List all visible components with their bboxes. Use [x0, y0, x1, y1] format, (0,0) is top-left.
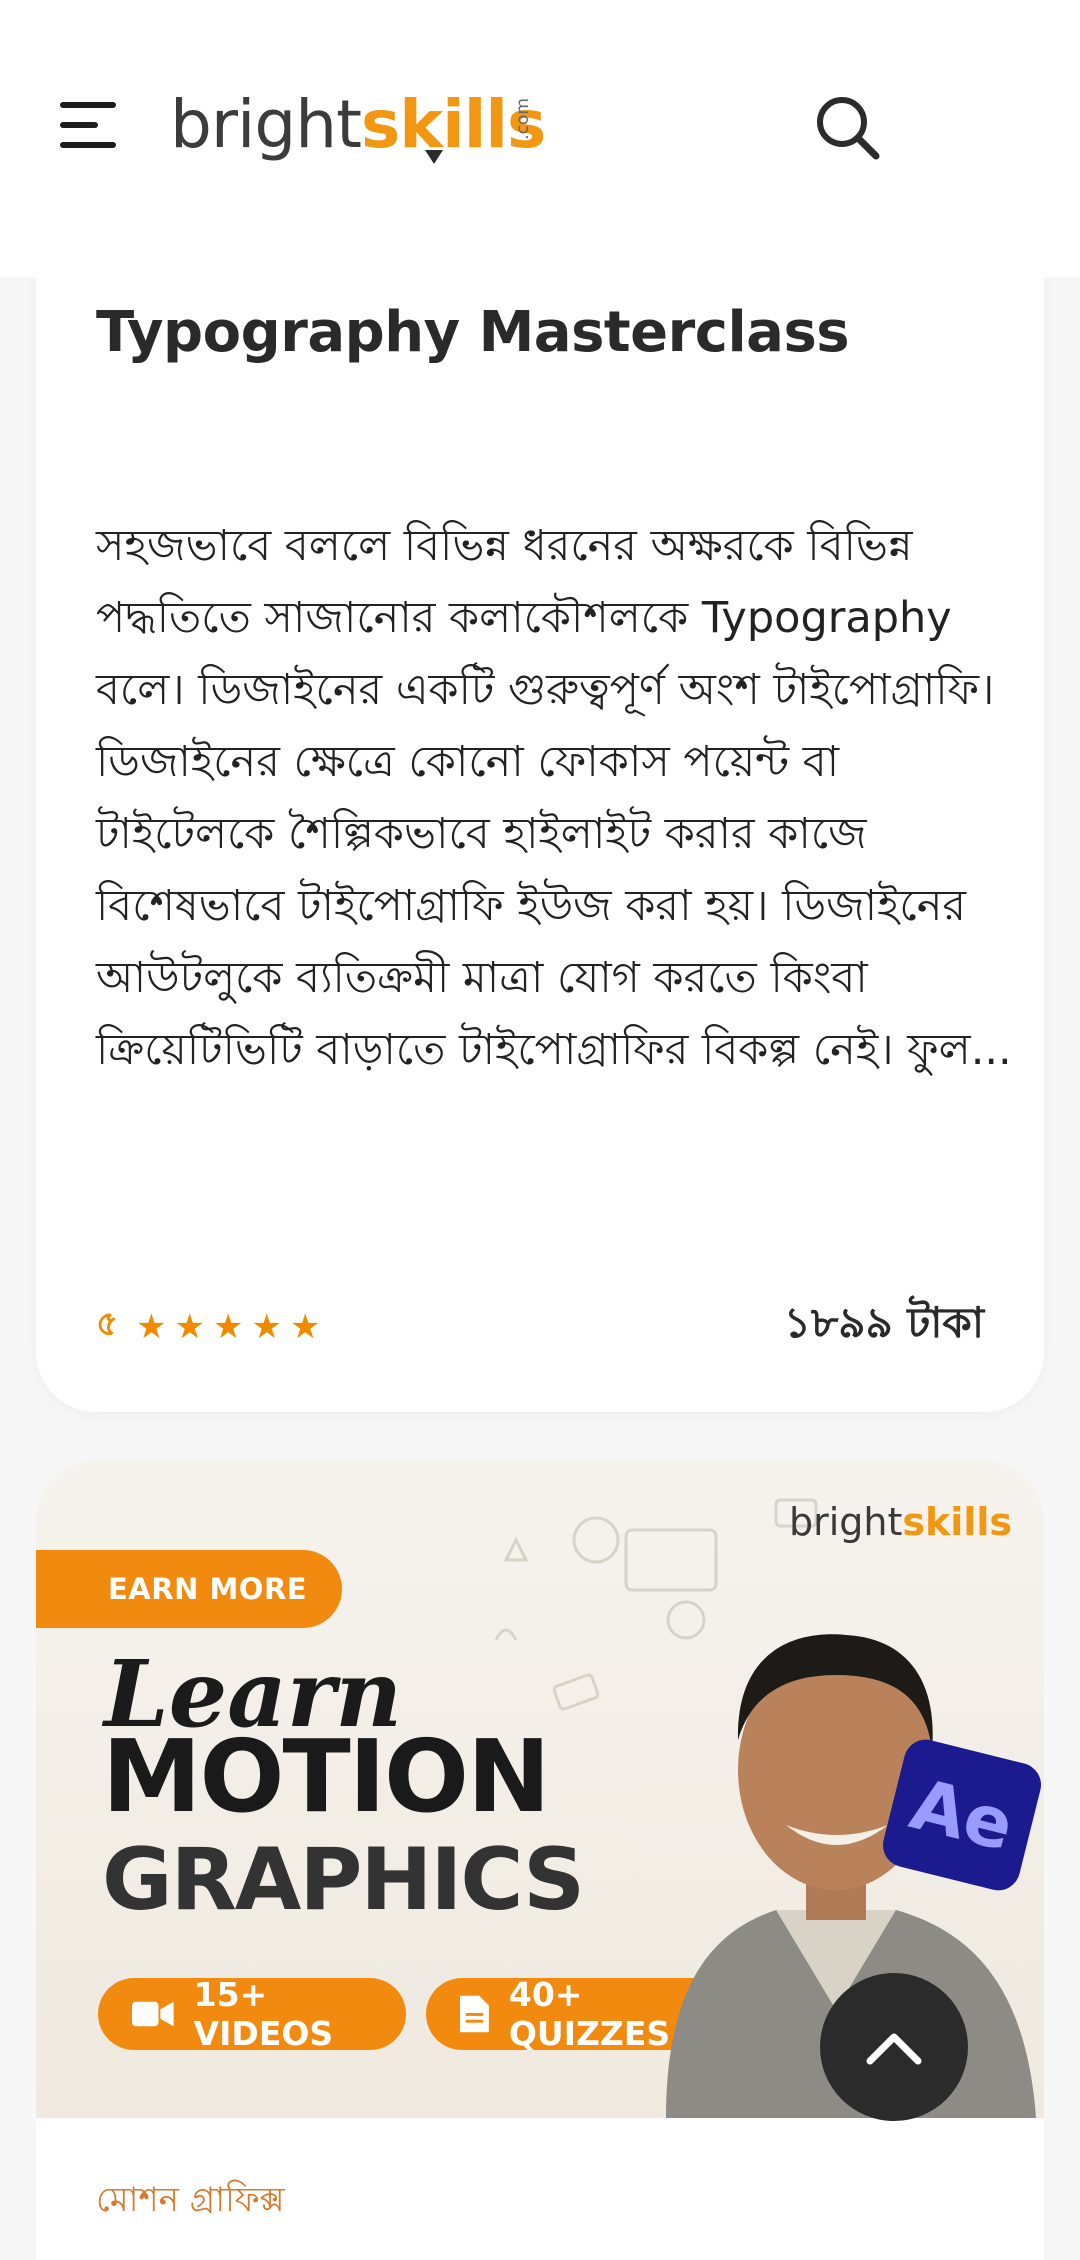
star-icon: ★: [174, 1306, 206, 1347]
earn-more-tag: EARN MORE: [36, 1550, 342, 1628]
star-icon: ★: [251, 1306, 282, 1347]
videos-count: 15+ VIDEOS: [193, 1975, 334, 2053]
course-card-motion-graphics[interactable]: brightskills EARN MORE Learn MOTION GRAP…: [36, 1460, 1044, 2260]
course-price: ১৮৯৯ টাকা: [783, 1298, 984, 1347]
course-rating: ৫ ★ ★ ★ ★ ★: [96, 1298, 320, 1355]
video-camera-icon: [132, 2001, 174, 2027]
course-description: সহজভাবে বললে বিভিন্ন ধরনের অক্ষরকে বিভিন…: [96, 521, 1012, 1075]
course-title[interactable]: Typography Masterclass: [96, 300, 850, 365]
banner-logo-skills: skills: [902, 1500, 1012, 1544]
star-icon: ★: [290, 1306, 321, 1347]
banner-motion-text: MOTION: [102, 1718, 551, 1835]
course-card-typography[interactable]: Typography Masterclass সহজভাবে বললে বিভি…: [36, 240, 1044, 1412]
hamburger-menu-icon[interactable]: [60, 102, 116, 148]
logo-bright-text: bright: [170, 86, 362, 163]
rating-number: ৫: [96, 1304, 119, 1344]
app-header: brightskills .com: [0, 0, 1080, 277]
videos-pill: 15+ VIDEOS: [98, 1975, 406, 2053]
chevron-up-icon: [866, 2033, 922, 2065]
star-icon: ★: [136, 1306, 167, 1347]
scroll-to-top-button[interactable]: [820, 1973, 968, 2121]
brightskills-logo[interactable]: brightskills .com: [170, 80, 546, 170]
search-icon[interactable]: [812, 92, 882, 162]
logo-triangle-icon: [425, 150, 443, 164]
logo-com-text: .com: [513, 98, 533, 140]
document-icon: [460, 1995, 489, 2033]
banner-graphics-text: GRAPHICS: [102, 1830, 585, 1930]
banner-logo: brightskills: [789, 1500, 1012, 1544]
course-category[interactable]: মোশন গ্রাফিক্স: [96, 2174, 285, 2231]
star-icon: ★: [213, 1306, 244, 1347]
banner-logo-bright: bright: [789, 1500, 903, 1544]
